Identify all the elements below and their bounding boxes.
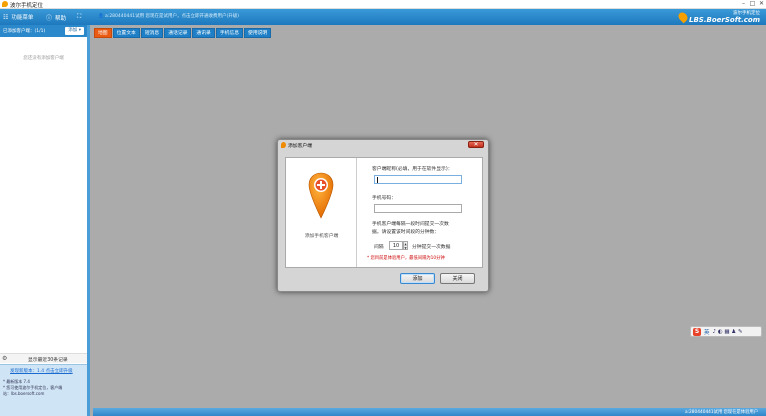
interval-desc-2: 据，请设置该时间段的分钟数： xyxy=(372,230,440,235)
user-icon: 👤 xyxy=(98,14,106,19)
version-panel: 发现新版本：1.4 点击立即升级 * 最新版本 7.4 * 您可使用波尔手机定位… xyxy=(0,364,87,416)
sogou-icon: S xyxy=(693,327,701,336)
phone-number-field[interactable] xyxy=(374,204,462,213)
window-titlebar: 波尔手机定位 – □ ✕ xyxy=(0,0,766,9)
add-client-dialog: 添加客户端 ✕ 添加手机客户端 客户端昵称(必填，用于在软件显示)： 手机号码：… xyxy=(277,139,489,292)
interval-desc-1: 手机客户端每隔一段时间提交一次数 xyxy=(372,222,449,227)
menu-help[interactable]: ⓘ 帮助 xyxy=(46,13,66,22)
dialog-body: 添加手机客户端 客户端昵称(必填，用于在软件显示)： 手机号码： 手机客户端每隔… xyxy=(285,157,483,268)
add-client-label: 添加 xyxy=(68,28,78,33)
tab-call-log[interactable]: 通话记录 xyxy=(164,28,192,38)
fullscreen-icon: ⛶ xyxy=(77,13,82,20)
status-bar: a:280440441试用 您现在是体验用户 xyxy=(93,408,766,416)
trial-note: * 您目前是体验用户，最低间隔为10分钟 xyxy=(367,256,445,261)
add-client-button[interactable]: 添加 ▾ xyxy=(65,27,84,35)
tab-contacts[interactable]: 通讯录 xyxy=(192,28,215,38)
dialog-title: 添加客户端 xyxy=(288,144,312,149)
client-sidebar: 已添加客户端：(1/1) 添加 ▾ 您还没有添加客户端 ⚙ 显示最近30条记录 … xyxy=(0,25,90,416)
ime-toolbar[interactable]: S 英 ♪ ◐ ▦ ♟ ✎ xyxy=(690,326,762,337)
ime-tools-icon[interactable]: ♪ ◐ ▦ ♟ ✎ xyxy=(713,329,743,335)
interval-minutes-input[interactable]: 10 xyxy=(389,241,403,250)
dialog-pin-icon xyxy=(281,142,286,148)
client-count: 已添加客户端：(1/1) xyxy=(3,29,46,34)
app-logo-icon xyxy=(2,1,8,7)
menu-functions[interactable]: ☷ 功能菜单 xyxy=(3,13,34,22)
recent-records-label: 显示最近30条记录 xyxy=(28,358,68,363)
interval-prefix: 间隔 xyxy=(374,245,384,250)
main-tabs: 地图 位置文本 短消息 通话记录 通讯录 手机信息 使用说明 xyxy=(94,28,272,38)
user-info[interactable]: 👤 a:280440441试用 您现在是试用户，点击立即开通收费用户(升级) xyxy=(98,13,239,19)
add-button[interactable]: 添加 xyxy=(400,273,435,284)
tab-location-text[interactable]: 位置文本 xyxy=(112,28,140,38)
records-icon: ⚙ xyxy=(2,355,8,362)
tab-sms[interactable]: 短消息 xyxy=(140,28,164,38)
phone-label: 手机号码： xyxy=(372,196,396,201)
fullscreen-button[interactable]: ⛶ xyxy=(77,13,81,21)
nickname-label: 客户端昵称(必填，用于在软件显示)： xyxy=(372,167,453,172)
help-icon: ⓘ xyxy=(46,15,53,22)
interval-suffix: 分钟提交一次数据 xyxy=(412,245,451,250)
add-dropdown-icon: ▾ xyxy=(78,28,81,33)
dialog-close-icon[interactable]: ✕ xyxy=(468,141,484,148)
menu-bar: ☷ 功能菜单 ⓘ 帮助 ⛶ 👤 a:280440441试用 您现在是试用户，点击… xyxy=(0,9,766,25)
upgrade-link[interactable]: 发现新版本：1.4 点击立即升级 xyxy=(10,368,73,374)
tab-phone-info[interactable]: 手机信息 xyxy=(215,28,244,38)
status-text: a:280440441试用 您现在是体验用户 xyxy=(684,410,758,415)
version-site: 站：lbs.boersoft.com xyxy=(3,391,45,396)
maximize-icon[interactable]: □ xyxy=(748,0,757,7)
brand-domain: LBS.BoerSoft.com xyxy=(689,16,760,24)
nickname-field[interactable] xyxy=(374,175,462,184)
dialog-titlebar: 添加客户端 ✕ xyxy=(278,140,488,150)
close-button[interactable]: 关闭 xyxy=(440,273,475,284)
ime-lang[interactable]: 英 xyxy=(704,328,710,336)
interval-stepper[interactable]: ▲ ▼ xyxy=(403,241,408,250)
text-caret xyxy=(377,177,378,183)
sidebar-header: 已添加客户端：(1/1) 添加 ▾ xyxy=(0,25,87,37)
menu-functions-label: 功能菜单 xyxy=(11,15,34,21)
close-window-icon[interactable]: ✕ xyxy=(757,0,766,7)
menu-help-label: 帮助 xyxy=(55,15,67,22)
user-info-text: a:280440441试用 您现在是试用户，点击立即开通收费用户(升级) xyxy=(105,14,240,19)
recent-records-toggle[interactable]: ⚙ 显示最近30条记录 xyxy=(0,353,87,363)
add-phone-client-label: 添加手机客户端 xyxy=(304,234,339,239)
brand-pin-icon xyxy=(676,10,690,24)
tab-map[interactable]: 地图 xyxy=(94,28,112,38)
window-title: 波尔手机定位 xyxy=(10,3,44,9)
location-pin-add-icon xyxy=(308,172,334,219)
brand-logo: 波尔手机定位 LBS.BoerSoft.com xyxy=(676,10,760,24)
dialog-left-pane: 添加手机客户端 xyxy=(286,158,357,267)
minimize-icon[interactable]: – xyxy=(739,0,748,7)
empty-client-message: 您还没有添加客户端 xyxy=(23,56,64,61)
menu-grid-icon: ☷ xyxy=(3,13,9,21)
tab-instructions[interactable]: 使用说明 xyxy=(244,28,272,38)
